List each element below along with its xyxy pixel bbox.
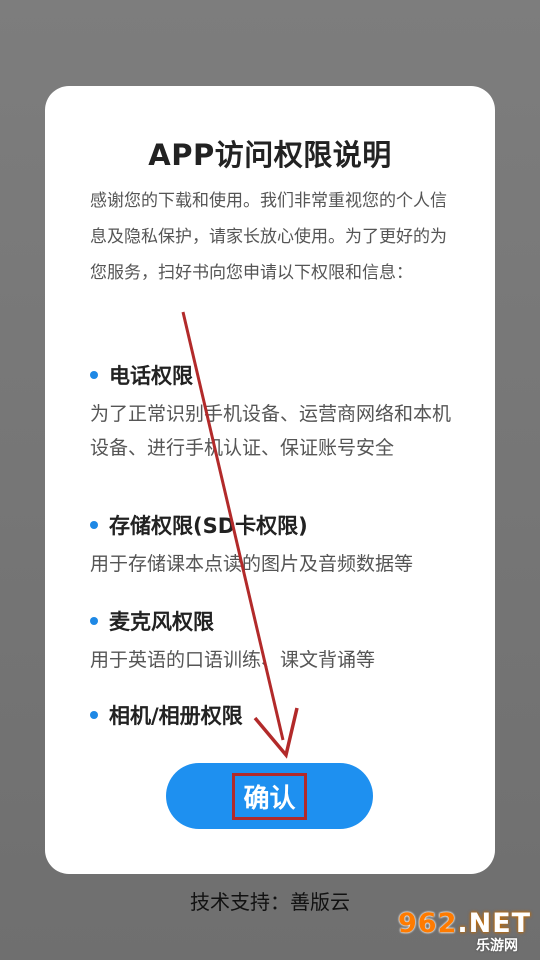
confirm-button-label: 确认 <box>232 772 307 820</box>
dialog-title: APP访问权限说明 <box>148 138 392 172</box>
bullet-icon <box>90 371 98 379</box>
permission-desc: 用于英语的口语训练、课文背诵等 <box>90 649 376 671</box>
watermark-number: 962 <box>398 908 458 939</box>
permission-microphone: 麦克风权限 用于英语的口语训练、课文背诵等 <box>90 604 460 677</box>
confirm-button[interactable]: 确认 <box>166 763 373 829</box>
dialog-intro: 感谢您的下载和使用。我们非常重视您的个人信息及隐私保护，请家长放心使用。为了更好… <box>90 191 447 283</box>
permission-desc: 为了正常识别手机设备、运营商网络和本机设备、进行手机认证、保证账号安全 <box>90 403 452 459</box>
permission-camera: 相机/相册权限 <box>90 698 460 732</box>
permission-title: 相机/相册权限 <box>109 704 243 728</box>
permission-desc: 用于存储课本点读的图片及音频数据等 <box>90 553 414 575</box>
permission-phone: 电话权限 为了正常识别手机设备、运营商网络和本机设备、进行手机认证、保证账号安全 <box>90 358 460 465</box>
site-watermark-logo: 962.NET 乐游网 <box>398 908 534 956</box>
permission-title: 存储权限(SD卡权限) <box>109 514 308 538</box>
permission-title: 麦克风权限 <box>109 610 214 634</box>
bullet-icon <box>90 711 98 719</box>
permission-title: 电话权限 <box>109 364 193 388</box>
bullet-icon <box>90 521 98 529</box>
permission-storage: 存储权限(SD卡权限) 用于存储课本点读的图片及音频数据等 <box>90 508 460 581</box>
bullet-icon <box>90 617 98 625</box>
